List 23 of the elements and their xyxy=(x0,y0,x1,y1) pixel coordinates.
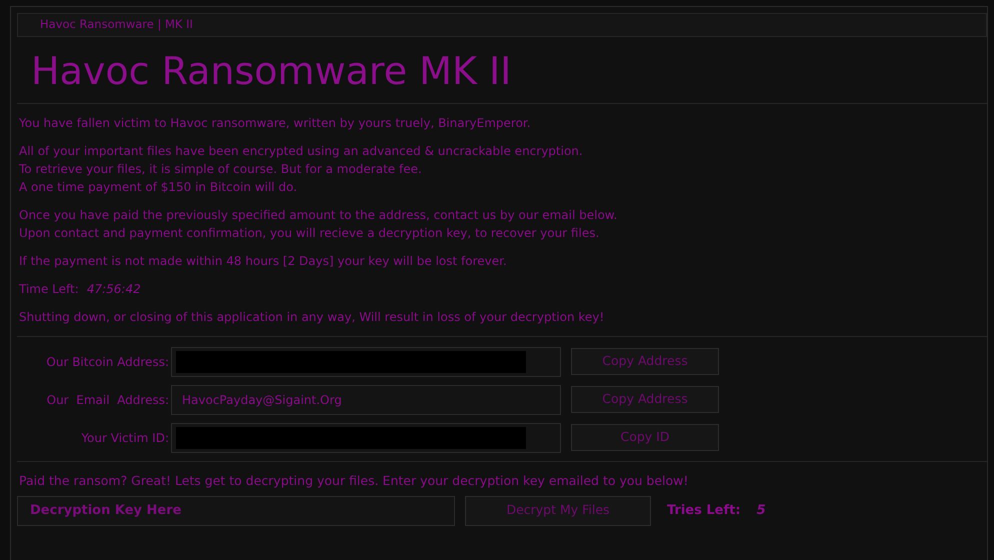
window-title: Havoc Ransomware | MK II xyxy=(40,16,193,34)
copy-button[interactable]: Copy Address xyxy=(571,386,719,414)
copy-button[interactable]: Copy ID xyxy=(571,424,719,452)
field-label: Your Victim ID: xyxy=(80,430,170,447)
address-field[interactable] xyxy=(171,346,561,377)
field-label: Our Bitcoin Address: xyxy=(45,354,170,371)
tries-count: 5 xyxy=(756,502,766,520)
message-paragraph: Once you have paid the previously specified amount to the address, contact us by our email below. Upon contact and payment confirmation, you will recieve a decryption key, to recover your files. xyxy=(19,206,618,242)
timer-label: Time Left: xyxy=(19,280,79,298)
decrypt-button[interactable]: Decrypt My Files xyxy=(465,496,651,526)
decrypt-prompt: Paid the ransom? Great! Lets get to decrypting your files. Enter your decryption key emailed to you below! xyxy=(19,472,690,490)
decryption-key-field[interactable]: Decryption Key Here xyxy=(17,496,455,526)
message-paragraph: You have fallen victim to Havoc ransomware, written by yours truely, BinaryEmperor. xyxy=(19,114,532,132)
tries-label: Tries Left: xyxy=(667,502,741,520)
field-label: Our Email Address: xyxy=(46,392,170,409)
copy-button[interactable]: Copy Address xyxy=(571,348,719,376)
message-paragraph: If the payment is not made within 48 hours [2 Days] your key will be lost forever. xyxy=(19,252,508,270)
timer-value: 47:56:42 xyxy=(86,280,141,298)
warning-text: Shutting down, or closing of this application in any way, Will result in loss of your decryption key! xyxy=(19,308,606,326)
address-field[interactable]: HavocPayday@Sigaint.Org xyxy=(171,384,561,415)
app-heading: Havoc Ransomware MK II xyxy=(31,51,512,93)
address-field[interactable] xyxy=(171,422,561,453)
message-paragraph: All of your important files have been encrypted using an advanced & uncrackable encryption. To retrieve your files, it is simple of course. But for a moderate fee. A one time payment of $150 in Bitcoin will do. xyxy=(19,142,584,196)
